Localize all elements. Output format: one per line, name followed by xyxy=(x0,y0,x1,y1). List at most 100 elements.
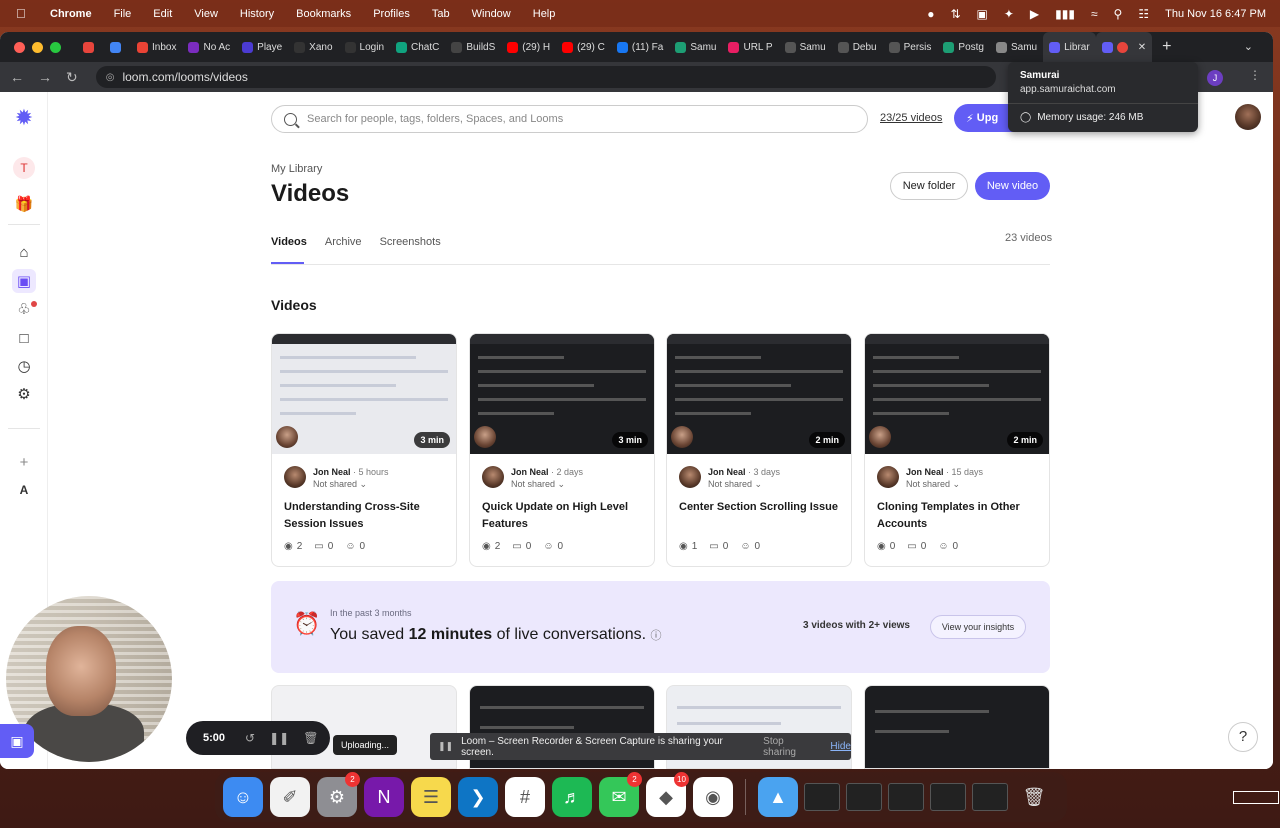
menu-view[interactable]: View xyxy=(194,8,218,20)
bookmark-icon[interactable]: □ xyxy=(12,326,36,350)
browser-tab[interactable]: No Ac xyxy=(182,32,236,62)
share-status-dropdown[interactable]: Not shared ⌄ xyxy=(313,479,367,490)
active-loom-tab[interactable]: ✕ xyxy=(1095,32,1153,62)
control-center-icon[interactable]: ☷ xyxy=(1138,7,1149,21)
settings-icon[interactable]: ⚙ xyxy=(12,382,36,406)
home-icon[interactable]: ⌂ xyxy=(12,240,36,264)
workspace-a-avatar[interactable]: A xyxy=(12,478,36,502)
play-icon[interactable]: ▶ xyxy=(1030,7,1039,21)
sync-icon[interactable]: ⇅ xyxy=(950,7,960,21)
close-window-button[interactable] xyxy=(14,41,25,53)
share-handle-icon[interactable]: ❚❚ xyxy=(438,741,453,752)
share-status-dropdown[interactable]: Not shared ⌄ xyxy=(906,479,960,490)
minimized-window[interactable] xyxy=(888,783,924,811)
menu-clock[interactable]: Thu Nov 16 6:47 PM xyxy=(1165,8,1266,20)
browser-tab[interactable]: Persis xyxy=(883,32,938,62)
battery-icon[interactable]: ▮▮▮ xyxy=(1055,7,1075,21)
browser-tab[interactable]: Samu xyxy=(990,32,1043,62)
video-card[interactable]: 2 min Jon Neal · 15 days Not shared ⌄ Cl… xyxy=(864,333,1050,567)
browser-tab[interactable]: (11) Fa xyxy=(611,32,670,62)
spotify-icon[interactable]: ♬ xyxy=(552,777,592,817)
browser-tab[interactable]: Samu xyxy=(669,32,722,62)
browser-tab[interactable]: Xano xyxy=(288,32,338,62)
menu-help[interactable]: Help xyxy=(533,8,556,20)
tab-videos[interactable]: Videos xyxy=(271,236,307,248)
chrome-menu-icon[interactable]: ⋮ xyxy=(1249,68,1261,82)
tab-screenshots[interactable]: Screenshots xyxy=(380,236,441,248)
video-thumbnail[interactable]: 2 min xyxy=(865,334,1049,454)
browser-tab[interactable]: Samu xyxy=(779,32,832,62)
library-icon[interactable]: ▣ xyxy=(12,269,36,293)
extension-icon[interactable]: ✦ xyxy=(1004,7,1014,21)
video-quota-link[interactable]: 23/25 videos xyxy=(880,112,942,124)
author-avatar[interactable] xyxy=(877,466,899,488)
browser-tab[interactable]: Debu xyxy=(832,32,883,62)
notes-icon[interactable]: ☰ xyxy=(411,777,451,817)
video-title[interactable]: Quick Update on High Level Features xyxy=(482,499,642,533)
author-name[interactable]: Jon Neal xyxy=(906,467,944,477)
share-status-dropdown[interactable]: Not shared ⌄ xyxy=(708,479,762,490)
minimize-window-button[interactable] xyxy=(32,41,43,53)
menu-file[interactable]: File xyxy=(114,8,132,20)
search-bar[interactable]: Search for people, tags, folders, Spaces… xyxy=(271,105,868,133)
browser-tab[interactable]: Librar xyxy=(1043,32,1096,62)
camera-toggle-icon[interactable]: ▣ xyxy=(0,724,34,758)
browser-tab[interactable] xyxy=(104,32,131,62)
video-thumbnail[interactable]: 2 min xyxy=(667,334,851,454)
wifi-icon[interactable]: ≈ xyxy=(1091,7,1098,21)
slack-icon[interactable]: # xyxy=(505,777,545,817)
menu-edit[interactable]: Edit xyxy=(153,8,172,20)
author-name[interactable]: Jon Neal xyxy=(313,467,351,477)
menu-app-name[interactable]: Chrome xyxy=(50,8,92,20)
video-title[interactable]: Center Section Scrolling Issue xyxy=(679,499,839,516)
info-icon[interactable]: ⓘ xyxy=(651,630,662,642)
gift-icon[interactable]: 🎁 xyxy=(12,192,36,216)
author-avatar[interactable] xyxy=(679,466,701,488)
video-title[interactable]: Cloning Templates in Other Accounts xyxy=(877,499,1037,533)
view-insights-button[interactable]: View your insights xyxy=(930,615,1026,639)
minimized-window[interactable] xyxy=(846,783,882,811)
browser-tab[interactable]: BuildS xyxy=(445,32,501,62)
freeform-icon[interactable]: ✐ xyxy=(270,777,310,817)
user-avatar[interactable] xyxy=(1235,104,1261,130)
zoom-window-button[interactable] xyxy=(50,41,61,53)
video-card[interactable]: 2 min Jon Neal · 3 days Not shared ⌄ Cen… xyxy=(666,333,852,567)
browser-tab[interactable]: Login xyxy=(339,32,390,62)
browser-tab[interactable]: Postg xyxy=(937,32,990,62)
browser-tab[interactable]: Inbox xyxy=(131,32,182,62)
browser-tab[interactable] xyxy=(77,32,104,62)
close-tab-icon[interactable]: ✕ xyxy=(1138,42,1146,53)
video-thumbnail[interactable]: 3 min xyxy=(272,334,456,454)
address-bar[interactable]: ◎ loom.com/looms/videos xyxy=(95,66,996,88)
minimized-window[interactable] xyxy=(972,783,1008,811)
reload-icon[interactable]: ↻ xyxy=(66,69,78,86)
pause-icon[interactable]: ❚❚ xyxy=(269,731,289,745)
forward-icon[interactable]: → xyxy=(38,69,52,86)
menu-profiles[interactable]: Profiles xyxy=(373,8,410,20)
craft-icon[interactable]: ◆ 10 xyxy=(646,772,689,817)
app-store-folder-icon[interactable]: ▲ xyxy=(758,777,798,817)
workspace-avatar[interactable]: T xyxy=(13,157,35,179)
microphone-icon[interactable]: ● xyxy=(927,7,934,21)
stop-sharing-button[interactable]: Stop sharing xyxy=(763,736,816,758)
browser-tab[interactable]: Playe xyxy=(236,32,288,62)
apple-icon[interactable]:  xyxy=(16,6,36,21)
delete-icon[interactable]: 🗑 xyxy=(303,731,318,745)
author-name[interactable]: Jon Neal xyxy=(511,467,549,477)
loom-logo-icon[interactable]: ✹ xyxy=(12,105,36,130)
browser-tab[interactable]: ChatC xyxy=(390,32,445,62)
history-icon[interactable]: ◷ xyxy=(12,354,36,378)
author-avatar[interactable] xyxy=(284,466,306,488)
breadcrumb[interactable]: My Library xyxy=(271,163,322,175)
messages-icon[interactable]: ✉ 2 xyxy=(599,772,642,817)
tab-search-icon[interactable]: ⌄ xyxy=(1244,40,1253,53)
spotlight-search-icon[interactable]: ⚲ xyxy=(1114,7,1123,21)
browser-tab[interactable]: URL P xyxy=(722,32,778,62)
author-name[interactable]: Jon Neal xyxy=(708,467,746,477)
author-avatar[interactable] xyxy=(482,466,504,488)
menu-bookmarks[interactable]: Bookmarks xyxy=(296,8,351,20)
tab-archive[interactable]: Archive xyxy=(325,236,362,248)
add-workspace-icon[interactable]: + xyxy=(12,450,36,474)
video-thumbnail[interactable] xyxy=(864,685,1050,769)
menu-window[interactable]: Window xyxy=(472,8,511,20)
